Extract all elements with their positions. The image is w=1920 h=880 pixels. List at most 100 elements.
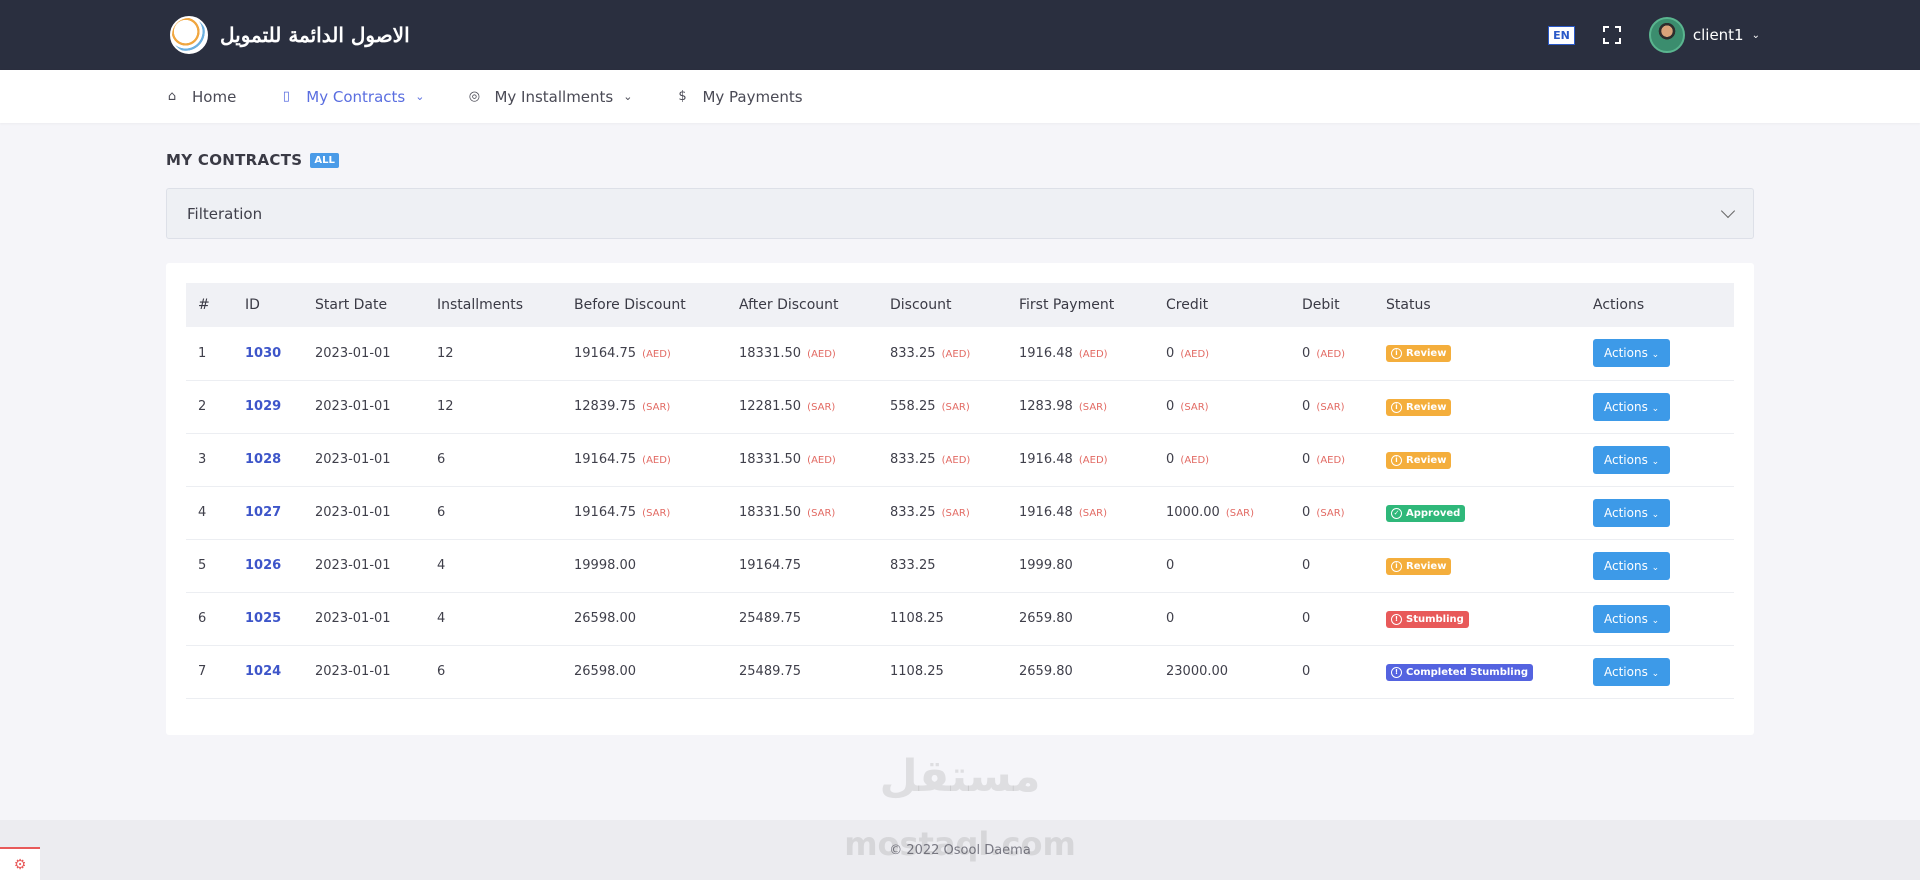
currency-label: (SAR) xyxy=(642,402,671,413)
discount-value: 833.25 xyxy=(890,558,936,573)
first-cell: 1283.98 (SAR) xyxy=(1007,380,1154,434)
debit-value: 0 xyxy=(1302,611,1311,626)
debit-value: 0 xyxy=(1302,558,1311,573)
contract-id-link[interactable]: 1030 xyxy=(245,346,281,361)
debit-value: 0 xyxy=(1302,664,1311,679)
debit-value: 0 xyxy=(1302,452,1311,467)
status-cell: i Review xyxy=(1374,433,1581,487)
language-switch[interactable]: EN xyxy=(1548,25,1575,45)
status-badge: ✓ Approved xyxy=(1386,504,1466,522)
before-value: 26598.00 xyxy=(574,611,637,626)
actions-dropdown-button[interactable]: Actions ⌄ xyxy=(1593,657,1671,686)
actions-dropdown-button[interactable]: Actions ⌄ xyxy=(1593,498,1671,527)
main-content: MY CONTRACTS ALL Filteration # ID Start … xyxy=(0,123,1920,735)
currency-label: (AED) xyxy=(807,455,836,466)
credit-value: 1000.00 xyxy=(1166,505,1220,520)
home-icon: ⌂ xyxy=(167,89,177,104)
nav-my-installments[interactable]: ◎ My Installments ⌄ xyxy=(468,88,633,106)
user-menu[interactable]: client1 ⌄ xyxy=(1648,17,1760,53)
actions-label: Actions xyxy=(1604,399,1648,414)
actions-cell: Actions ⌄ xyxy=(1581,486,1734,540)
filter-panel-toggle[interactable]: Filteration xyxy=(166,188,1754,239)
row-number: 5 xyxy=(186,539,233,593)
nav-my-payments[interactable]: $ My Payments xyxy=(676,88,802,106)
column-header: Installments xyxy=(425,283,562,327)
discount-cell: 833.25 xyxy=(878,539,1007,593)
status-label: Review xyxy=(1406,560,1447,572)
contract-id-link[interactable]: 1027 xyxy=(245,505,281,520)
credit-cell: 0 xyxy=(1154,592,1290,646)
table-row: 2 1029 2023-01-01 12 12839.75 (SAR) 12281.50 … xyxy=(186,380,1734,434)
chevron-down-icon: ⌄ xyxy=(623,90,633,103)
row-number: 1 xyxy=(186,327,233,381)
credit-cell: 23000.00 xyxy=(1154,645,1290,699)
first-value: 2659.80 xyxy=(1019,611,1073,626)
actions-dropdown-button[interactable]: Actions ⌄ xyxy=(1593,339,1671,368)
before-value: 12839.75 xyxy=(574,399,637,414)
contract-id-link[interactable]: 1028 xyxy=(245,452,281,467)
credit-value: 0 xyxy=(1166,399,1175,414)
row-number: 6 xyxy=(186,592,233,646)
top-right-controls: EN client1 ⌄ xyxy=(1548,17,1760,53)
table-header-row: # ID Start Date Installments Before Disc… xyxy=(186,283,1734,327)
chevron-down-icon: ⌄ xyxy=(1651,350,1660,361)
nav-label: My Payments xyxy=(702,87,803,106)
brand[interactable]: الاصول الدائمة للتمويل xyxy=(170,16,410,54)
first-cell: 1916.48 (SAR) xyxy=(1007,486,1154,540)
dollar-icon: $ xyxy=(678,89,687,104)
avatar xyxy=(1648,17,1685,53)
actions-dropdown-button[interactable]: Actions ⌄ xyxy=(1593,604,1671,633)
document-icon: ▯ xyxy=(282,89,290,104)
column-header: Status xyxy=(1374,283,1581,327)
column-header: Discount xyxy=(878,283,1007,327)
actions-cell: Actions ⌄ xyxy=(1581,433,1734,487)
after-value: 25489.75 xyxy=(739,611,802,626)
chevron-down-icon xyxy=(1720,203,1736,219)
actions-label: Actions xyxy=(1604,346,1648,361)
contract-id-link[interactable]: 1024 xyxy=(245,664,281,679)
status-cell: i Review xyxy=(1374,380,1581,434)
first-cell: 1916.48 (AED) xyxy=(1007,327,1154,381)
currency-label: (AED) xyxy=(1078,348,1108,360)
currency-label: (AED) xyxy=(1180,455,1210,466)
id-cell: 1029 xyxy=(233,380,303,434)
actions-cell: Actions ⌄ xyxy=(1581,539,1734,593)
credit-value: 0 xyxy=(1166,345,1175,361)
laravel-icon[interactable]: ⚙ xyxy=(0,847,40,880)
currency-label: (SAR) xyxy=(642,508,671,519)
nav-my-contracts[interactable]: ▯ My Contracts ⌄ xyxy=(280,88,425,106)
id-cell: 1030 xyxy=(233,327,303,381)
fullscreen-icon[interactable] xyxy=(1602,26,1621,44)
nav-home[interactable]: ⌂ Home xyxy=(166,88,236,106)
after-value: 19164.75 xyxy=(739,558,802,573)
status-label: Approved xyxy=(1406,507,1461,519)
after-cell: 18331.50 (AED) xyxy=(727,433,878,487)
currency-label: (SAR) xyxy=(1078,402,1108,413)
credit-value: 0 xyxy=(1166,452,1175,467)
credit-cell: 0 (AED) xyxy=(1154,327,1290,381)
contract-id-link[interactable]: 1025 xyxy=(245,611,281,626)
status-badge: ! Stumbling xyxy=(1386,610,1469,628)
actions-dropdown-button[interactable]: Actions ⌄ xyxy=(1593,392,1671,421)
installments-count: 4 xyxy=(425,539,562,593)
before-value: 19164.75 xyxy=(574,345,637,361)
actions-dropdown-button[interactable]: Actions ⌄ xyxy=(1593,551,1671,580)
credit-cell: 0 (AED) xyxy=(1154,433,1290,487)
start-date: 2023-01-01 xyxy=(303,486,425,540)
page-title: MY CONTRACTS xyxy=(166,151,303,169)
currency-label: (SAR) xyxy=(1316,402,1345,413)
review-icon: i xyxy=(1391,401,1402,413)
contract-id-link[interactable]: 1029 xyxy=(245,399,281,414)
review-icon: i xyxy=(1391,348,1402,360)
start-date: 2023-01-01 xyxy=(303,433,425,487)
first-value: 1916.48 xyxy=(1019,452,1073,467)
id-cell: 1027 xyxy=(233,486,303,540)
status-cell: ✓ Approved xyxy=(1374,486,1581,540)
currency-label: (AED) xyxy=(1078,455,1108,466)
contract-id-link[interactable]: 1026 xyxy=(245,558,281,573)
debit-cell: 0 (AED) xyxy=(1290,327,1374,381)
table-row: 1 1030 2023-01-01 12 19164.75 (AED) 18331.50 … xyxy=(186,327,1734,381)
after-cell: 12281.50 (SAR) xyxy=(727,380,878,434)
before-cell: 12839.75 (SAR) xyxy=(562,380,727,434)
actions-dropdown-button[interactable]: Actions ⌄ xyxy=(1593,445,1671,474)
